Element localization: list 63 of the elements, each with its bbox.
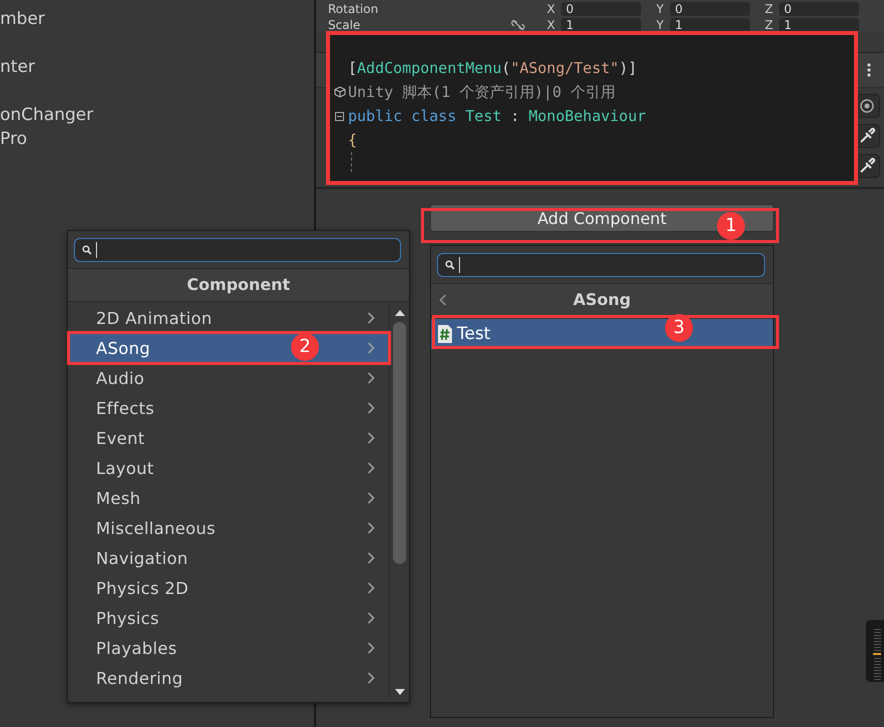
axis-label: Z xyxy=(764,18,774,32)
axis-label: Y xyxy=(655,18,665,32)
axis-label: X xyxy=(546,18,556,32)
chevron-icon xyxy=(367,492,375,504)
kebab-menu-icon[interactable] xyxy=(867,63,871,77)
chevron-icon xyxy=(367,342,375,354)
chevron-icon xyxy=(367,552,375,564)
menu-title: Component xyxy=(68,268,409,302)
menu-item[interactable]: Miscellaneous xyxy=(68,513,389,543)
scroll-down-icon[interactable] xyxy=(394,689,404,695)
chevron-icon xyxy=(367,642,375,654)
hierarchy-item[interactable]: onChanger xyxy=(0,103,94,127)
chevron-icon xyxy=(367,522,375,534)
search-field[interactable] xyxy=(437,253,765,277)
menu-item[interactable]: Layout xyxy=(68,453,389,483)
axis-label: Y xyxy=(655,2,665,16)
chevron-icon xyxy=(367,432,375,444)
menu-item[interactable]: Event xyxy=(68,423,389,453)
cube-icon xyxy=(334,86,346,98)
scroll-thumb[interactable] xyxy=(393,322,406,564)
property-label: Rotation xyxy=(328,2,380,16)
menu-title: ASong xyxy=(573,289,631,311)
number-field[interactable]: 1 xyxy=(670,18,750,32)
fold-icon[interactable] xyxy=(335,112,344,120)
back-icon[interactable] xyxy=(439,294,447,306)
hierarchy-item[interactable]: nter xyxy=(0,55,35,79)
menu-item[interactable]: Audio xyxy=(68,363,389,393)
search-icon xyxy=(82,245,92,255)
chevron-icon xyxy=(367,612,375,624)
number-field[interactable]: 0 xyxy=(561,2,641,16)
number-field[interactable]: 0 xyxy=(670,2,750,16)
menu-item[interactable]: 2D Animation xyxy=(68,303,389,333)
code-line: Unity 脚本(1 个资产引用)|0 个引用 xyxy=(348,82,616,102)
menu-item[interactable]: Playables xyxy=(68,633,389,663)
axis-label: X xyxy=(546,2,556,16)
link-icon[interactable] xyxy=(511,18,525,32)
chevron-icon xyxy=(367,672,375,684)
tick-slider-drawing xyxy=(866,620,884,682)
code-line: public class Test : MonoBehaviour xyxy=(348,107,646,125)
chevron-icon xyxy=(367,582,375,594)
script-icon xyxy=(437,324,453,344)
chevron-icon xyxy=(367,402,375,414)
search-field[interactable] xyxy=(74,238,401,262)
chevron-icon xyxy=(367,462,375,474)
menu-item[interactable]: Navigation xyxy=(68,543,389,573)
code-line: [AddComponentMenu("ASong/Test")] xyxy=(348,59,637,77)
menu-item[interactable]: Physics 2D xyxy=(68,573,389,603)
code-line: { xyxy=(348,131,358,149)
chevron-icon xyxy=(367,312,375,324)
menu-item[interactable]: Effects xyxy=(68,393,389,423)
chevron-icon xyxy=(367,372,375,384)
menu-item[interactable]: Physics xyxy=(68,603,389,633)
axis-label: Z xyxy=(764,2,774,16)
hierarchy-item[interactable]: mber xyxy=(0,7,45,31)
hierarchy-item[interactable]: Pro xyxy=(0,127,27,151)
scroll-up-icon[interactable] xyxy=(394,310,404,316)
menu-item[interactable]: Rendering xyxy=(68,663,389,693)
number-field[interactable]: 1 xyxy=(779,18,859,32)
search-icon xyxy=(445,260,455,270)
menu-item[interactable]: Mesh xyxy=(68,483,389,513)
property-label: Scale xyxy=(328,18,362,32)
number-field[interactable]: 1 xyxy=(561,18,641,32)
number-field[interactable]: 0 xyxy=(779,2,859,16)
